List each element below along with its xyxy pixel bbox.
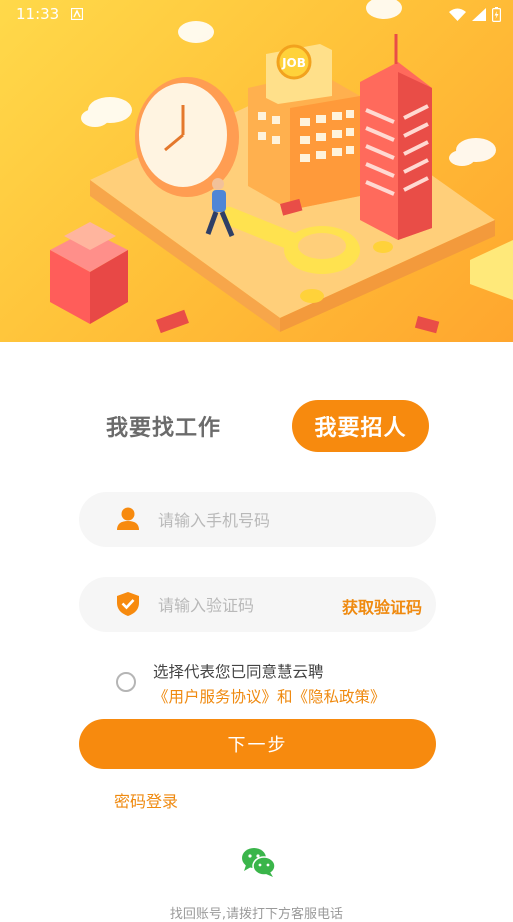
- verification-code-field[interactable]: 获取验证码: [79, 577, 436, 634]
- hero-banner-illustration: JOB: [0, 0, 513, 342]
- status-time: 11:33: [16, 5, 60, 23]
- next-button[interactable]: 下一步: [79, 719, 436, 769]
- verification-code-input[interactable]: [156, 577, 330, 634]
- get-code-button[interactable]: 获取验证码: [342, 594, 422, 618]
- tab-find-job[interactable]: 我要找工作: [106, 410, 221, 442]
- agreement-and: 和: [277, 688, 293, 706]
- job-sign-text: JOB: [281, 56, 306, 70]
- agreement-checkbox[interactable]: [116, 672, 136, 692]
- recruitment-illustration: JOB: [50, 0, 513, 334]
- tab-recruit[interactable]: 我要招人: [292, 400, 429, 452]
- agreement-text: 选择代表您已同意慧云聘《用户服务协议》和《隐私政策》: [153, 660, 443, 710]
- privacy-policy-link[interactable]: 《隐私政策》: [293, 688, 386, 706]
- phone-input[interactable]: [156, 492, 360, 549]
- notification-icon: [71, 8, 84, 20]
- agreement-prefix: 选择代表您已同意慧云聘: [153, 663, 324, 681]
- password-login-link[interactable]: 密码登录: [114, 788, 178, 812]
- status-bar: 11:33: [0, 0, 513, 28]
- role-tabs: 我要找工作 我要招人: [0, 400, 513, 452]
- user-agreement-link[interactable]: 《用户服务协议》: [153, 688, 277, 706]
- wifi-icon: [449, 8, 466, 21]
- battery-icon: [492, 6, 501, 22]
- bottom-hint-text: 找回账号,请拨打下方客服电话: [169, 907, 344, 922]
- shield-check-icon: [117, 592, 139, 616]
- signal-icon: [472, 7, 486, 21]
- phone-field[interactable]: [79, 492, 436, 549]
- user-icon: [117, 507, 139, 530]
- wechat-icon[interactable]: [240, 846, 276, 878]
